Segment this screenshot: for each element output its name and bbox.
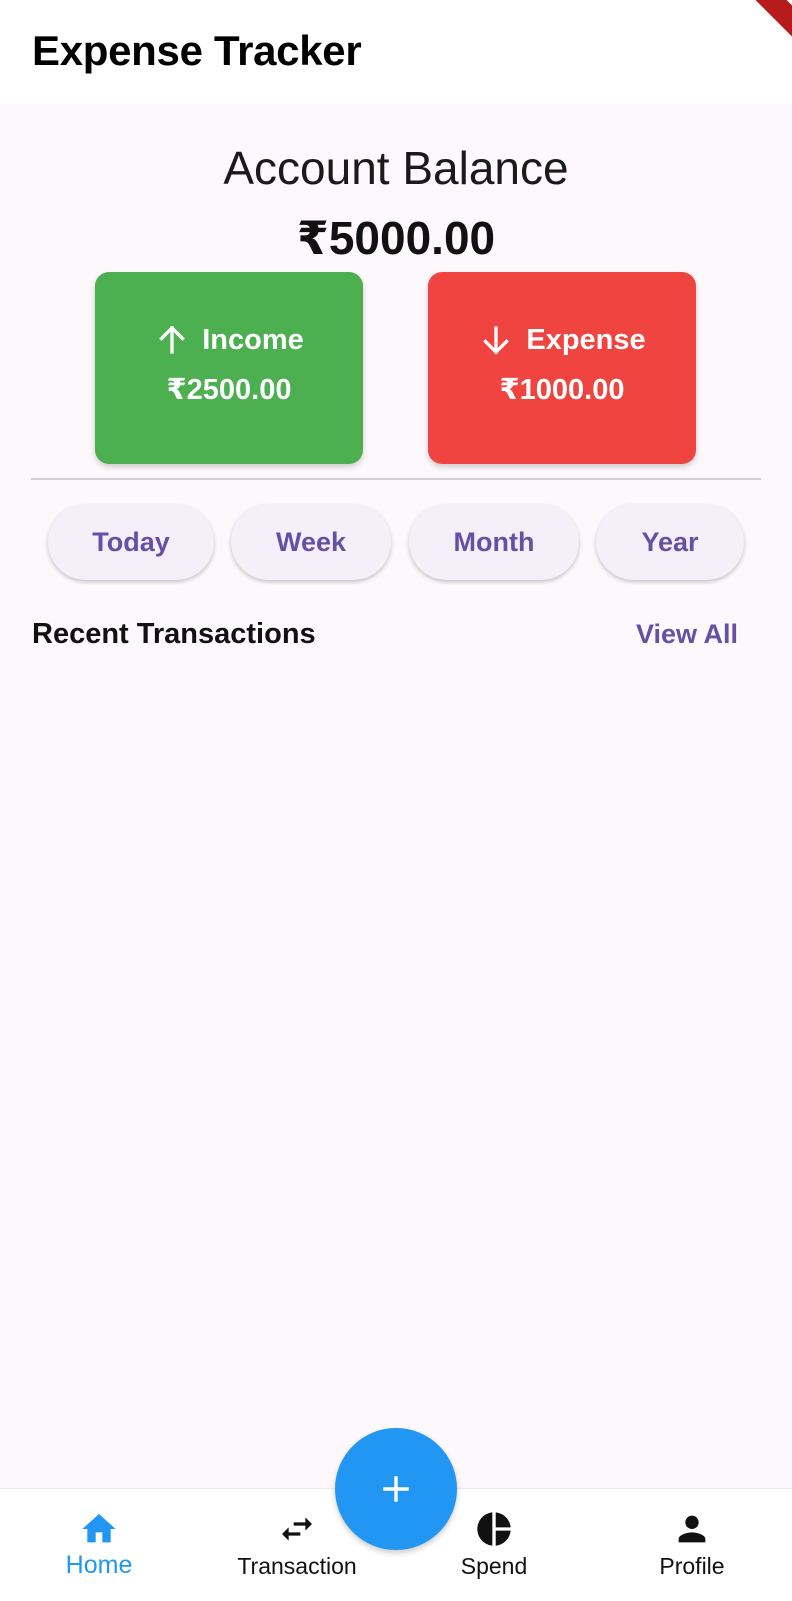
arrow-down-icon [483, 326, 510, 355]
nav-label-spend: Spend [460, 1553, 528, 1579]
pie-chart-icon [474, 1509, 514, 1549]
account-balance-label: Account Balance [223, 142, 569, 194]
recent-transactions-title: Recent Transactions [32, 618, 316, 650]
income-card[interactable]: Income ₹2500.00 [95, 272, 363, 464]
nav-item-spend[interactable]: Spend [444, 1489, 544, 1601]
income-amount: ₹2500.00 [166, 374, 292, 406]
app-bar: Expense Tracker [0, 0, 792, 104]
expense-amount: ₹1000.00 [499, 374, 625, 406]
add-transaction-button[interactable] [335, 1428, 457, 1550]
filter-week-button[interactable]: Week [231, 504, 391, 580]
nav-item-home[interactable]: Home [49, 1489, 149, 1601]
swap-arrows-icon [277, 1509, 317, 1549]
home-icon [79, 1509, 119, 1549]
income-label: Income [202, 324, 304, 356]
account-balance-amount: ₹5000.00 [296, 212, 496, 264]
expense-label: Expense [526, 324, 646, 356]
filter-today-button[interactable]: Today [48, 504, 214, 580]
person-icon [672, 1509, 712, 1549]
expense-card[interactable]: Expense ₹1000.00 [428, 272, 696, 464]
nav-label-home: Home [65, 1551, 133, 1579]
nav-item-profile[interactable]: Profile [642, 1489, 742, 1601]
arrow-up-icon [159, 325, 186, 354]
debug-banner [725, 0, 792, 56]
income-card-header: Income [95, 322, 363, 358]
nav-label-profile: Profile [659, 1553, 725, 1579]
filter-year-button[interactable]: Year [596, 504, 744, 580]
filter-month-button[interactable]: Month [409, 504, 579, 580]
expense-card-header: Expense [428, 322, 696, 358]
nav-label-transaction: Transaction [237, 1553, 357, 1579]
view-all-link[interactable]: View All [636, 616, 738, 652]
app-title: Expense Tracker [32, 27, 362, 74]
plus-icon [383, 1476, 409, 1502]
section-divider [31, 478, 761, 480]
